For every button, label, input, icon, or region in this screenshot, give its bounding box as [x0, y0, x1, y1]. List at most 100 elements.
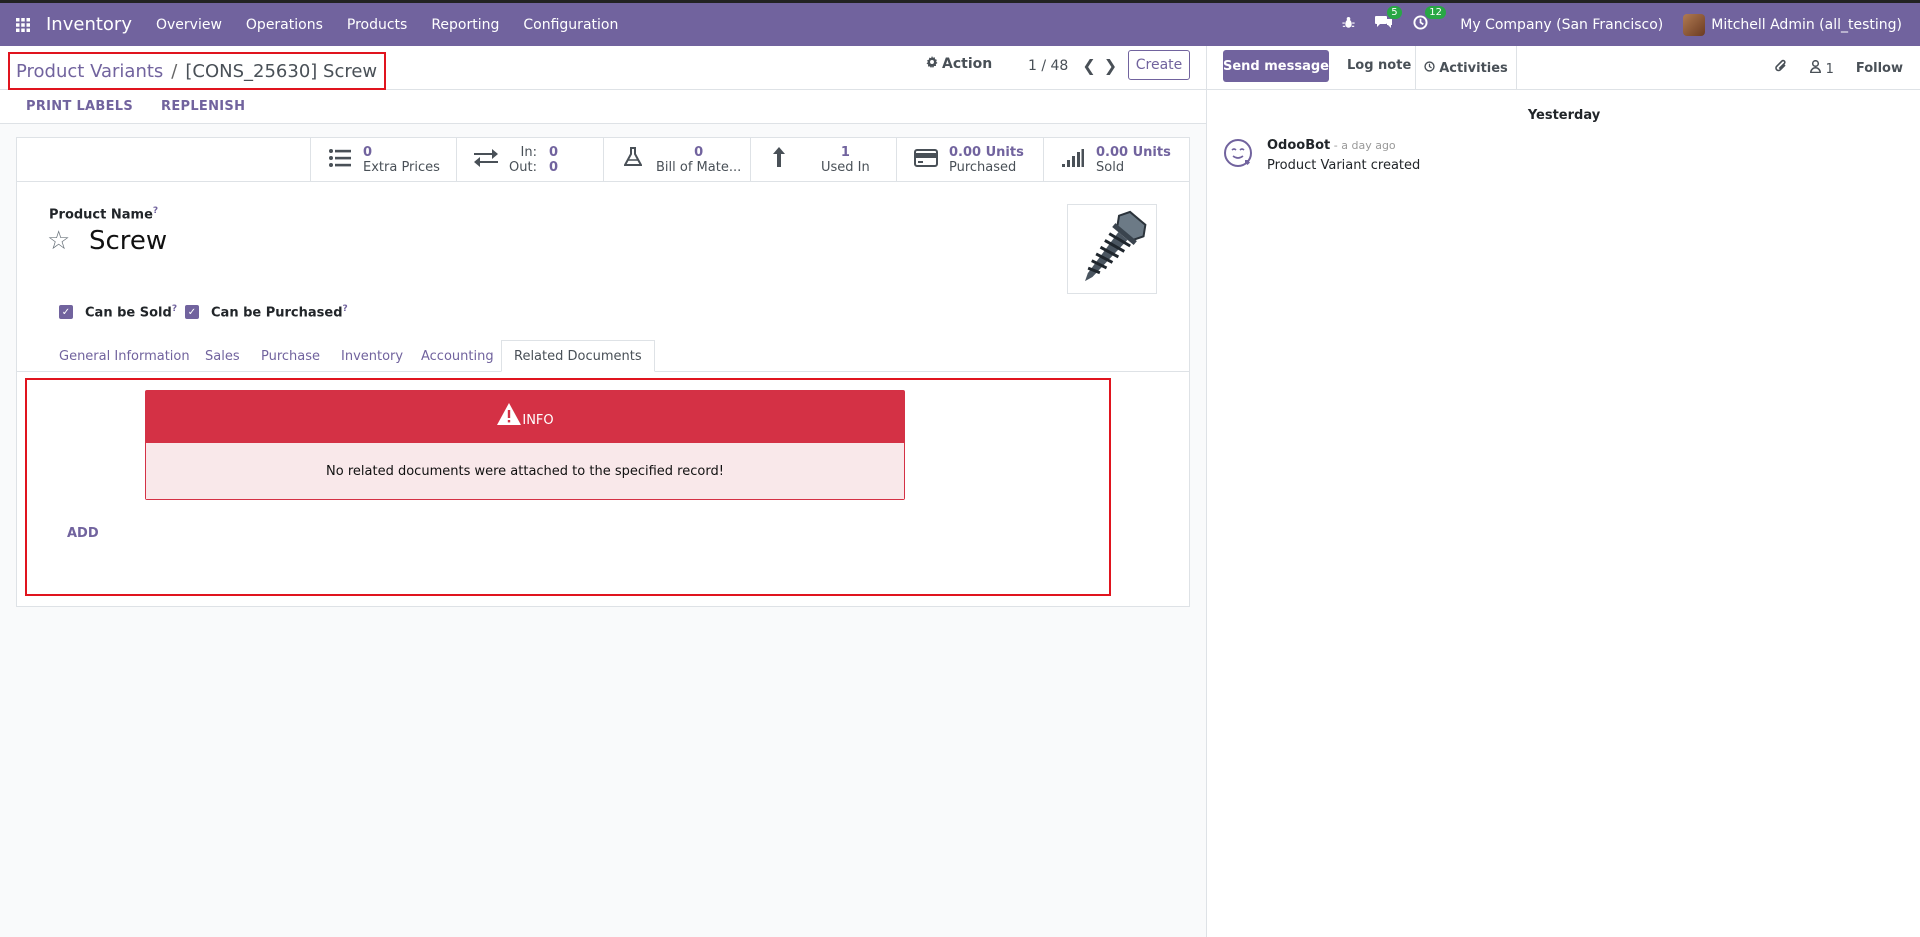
bom-label: Bill of Mate...: [656, 160, 742, 175]
debug-bug-icon[interactable]: [1342, 16, 1355, 33]
control-panel: Product Variants / [CONS_25630] Screw Ac…: [0, 46, 1206, 90]
pager-previous-icon[interactable]: ❮: [1082, 56, 1095, 75]
list-icon: [327, 148, 353, 173]
activities-tab-button[interactable]: Activities: [1415, 46, 1517, 90]
extra-prices-button[interactable]: 0 Extra Prices: [310, 138, 456, 182]
tab-accounting[interactable]: Accounting: [409, 340, 506, 372]
menu-products[interactable]: Products: [347, 17, 407, 33]
messages-button[interactable]: 5: [1375, 6, 1402, 34]
breadcrumb-separator: /: [171, 60, 178, 82]
can-be-purchased-label: Can be Purchased: [211, 305, 343, 321]
favorite-star-icon[interactable]: ☆: [47, 226, 70, 256]
user-name: Mitchell Admin (all_testing): [1711, 16, 1902, 33]
menu-reporting[interactable]: Reporting: [431, 17, 499, 33]
signal-bars-icon: [1060, 148, 1086, 173]
paperclip-icon[interactable]: [1774, 58, 1788, 78]
extra-prices-value: 0: [363, 145, 373, 160]
can-be-purchased-checkbox[interactable]: ✓: [185, 305, 199, 320]
company-switcher[interactable]: My Company (San Francisco): [1460, 17, 1663, 33]
odoobot-avatar: [1223, 138, 1253, 168]
menu-configuration[interactable]: Configuration: [523, 17, 618, 33]
followers-count: 1: [1825, 61, 1834, 77]
extra-prices-label: Extra Prices: [363, 160, 440, 175]
user-outline-icon: [1810, 59, 1825, 77]
bom-value: 0: [694, 145, 704, 160]
can-be-sold-checkbox[interactable]: ✓: [59, 305, 73, 320]
action-menu-button[interactable]: Action: [926, 56, 992, 72]
menu-overview[interactable]: Overview: [156, 17, 222, 33]
message-author: OdooBot - a day ago: [1267, 138, 1396, 153]
sold-label: Sold: [1096, 160, 1125, 175]
tab-related-documents[interactable]: Related Documents: [501, 340, 655, 372]
in-value: 0: [548, 145, 558, 160]
add-document-button[interactable]: ADD: [67, 526, 99, 541]
print-labels-button[interactable]: PRINT LABELS: [26, 99, 133, 114]
messages-badge: 5: [1387, 6, 1402, 19]
help-tooltip-mark[interactable]: ?: [343, 304, 348, 314]
app-name[interactable]: Inventory: [46, 14, 132, 35]
screw-image: [1085, 210, 1147, 282]
user-menu[interactable]: Mitchell Admin (all_testing): [1683, 13, 1902, 36]
follow-button[interactable]: Follow: [1856, 61, 1903, 76]
pager-next-icon[interactable]: ❯: [1104, 56, 1117, 75]
info-alert: INFO No related documents were attached …: [145, 390, 905, 500]
in-out-button[interactable]: In: 0 Out: 0: [456, 138, 603, 182]
tab-purchase[interactable]: Purchase: [249, 340, 332, 372]
send-message-button[interactable]: Send message: [1223, 50, 1329, 82]
flask-icon: [620, 147, 646, 173]
help-tooltip-mark[interactable]: ?: [172, 304, 177, 314]
smart-buttons-bar: 0 Extra Prices In: 0 Out: 0 0 Bill of Ma…: [17, 138, 1189, 182]
can-be-sold-field: ✓ Can be Sold?: [59, 304, 177, 320]
chatter-actions: 1 Follow: [1774, 58, 1903, 78]
used-in-value: 1: [840, 145, 850, 160]
alert-header: INFO: [146, 391, 904, 443]
purchased-label: Purchased: [949, 160, 1017, 175]
date-separator: Yesterday: [1527, 108, 1601, 123]
level-up-arrow-icon: [767, 147, 793, 173]
can-be-purchased-field: ✓ Can be Purchased?: [185, 304, 348, 320]
create-button[interactable]: Create: [1128, 50, 1190, 80]
alert-message: No related documents were attached to th…: [146, 443, 904, 499]
chatter-topbar: Send message Log note Activities 1 Follo…: [1207, 46, 1920, 90]
used-in-label: Used In: [821, 160, 870, 175]
product-image[interactable]: [1067, 204, 1157, 294]
bill-of-materials-button[interactable]: 0 Bill of Mate...: [603, 138, 750, 182]
breadcrumb-current: [CONS_25630] Screw: [185, 60, 378, 82]
log-note-button[interactable]: Log note: [1347, 58, 1411, 73]
replenish-button[interactable]: REPLENISH: [161, 99, 245, 114]
tab-inventory[interactable]: Inventory: [329, 340, 415, 372]
form-sheet: 0 Extra Prices In: 0 Out: 0 0 Bill of Ma…: [16, 137, 1190, 607]
form-header: PRINT LABELS REPLENISH: [0, 90, 1206, 124]
pager-value[interactable]: 1 / 48: [1028, 58, 1068, 74]
clock-icon: [1424, 60, 1435, 76]
sold-button[interactable]: 0.00 Units Sold: [1043, 138, 1189, 182]
in-label: In:: [520, 145, 537, 160]
breadcrumb-parent-link[interactable]: Product Variants: [16, 61, 163, 82]
alert-title: INFO: [522, 412, 554, 428]
action-label: Action: [942, 56, 993, 72]
tab-sales[interactable]: Sales: [193, 340, 252, 372]
used-in-button[interactable]: 1 Used In: [750, 138, 896, 182]
followers-button[interactable]: 1: [1810, 59, 1834, 77]
navbar-systray: 5 12 My Company (San Francisco) Mitchell…: [1342, 6, 1920, 36]
pager: 1 / 48 ❮ ❯: [1028, 56, 1117, 75]
purchased-button[interactable]: 0.00 Units Purchased: [896, 138, 1043, 182]
can-be-sold-label: Can be Sold: [85, 305, 172, 321]
sold-value: 0.00 Units: [1096, 145, 1171, 160]
activities-badge: 12: [1425, 6, 1446, 19]
user-avatar: [1683, 13, 1706, 36]
activities-button[interactable]: 12: [1413, 6, 1446, 34]
product-name-field[interactable]: Screw: [89, 226, 167, 256]
related-documents-panel: INFO No related documents were attached …: [25, 378, 1111, 596]
apps-menu-icon[interactable]: [0, 3, 46, 46]
tab-general-information[interactable]: General Information: [47, 340, 202, 372]
message-body: Product Variant created: [1267, 158, 1421, 173]
credit-card-icon: [913, 148, 939, 173]
breadcrumb: Product Variants / [CONS_25630] Screw: [8, 52, 386, 90]
exchange-arrows-icon: [473, 148, 499, 173]
top-navbar: Inventory Overview Operations Products R…: [0, 0, 1920, 46]
menu-operations[interactable]: Operations: [246, 17, 323, 33]
activities-label: Activities: [1439, 60, 1508, 76]
help-tooltip-mark[interactable]: ?: [153, 206, 158, 216]
notebook-tabs: General Information Sales Purchase Inven…: [17, 340, 1189, 372]
